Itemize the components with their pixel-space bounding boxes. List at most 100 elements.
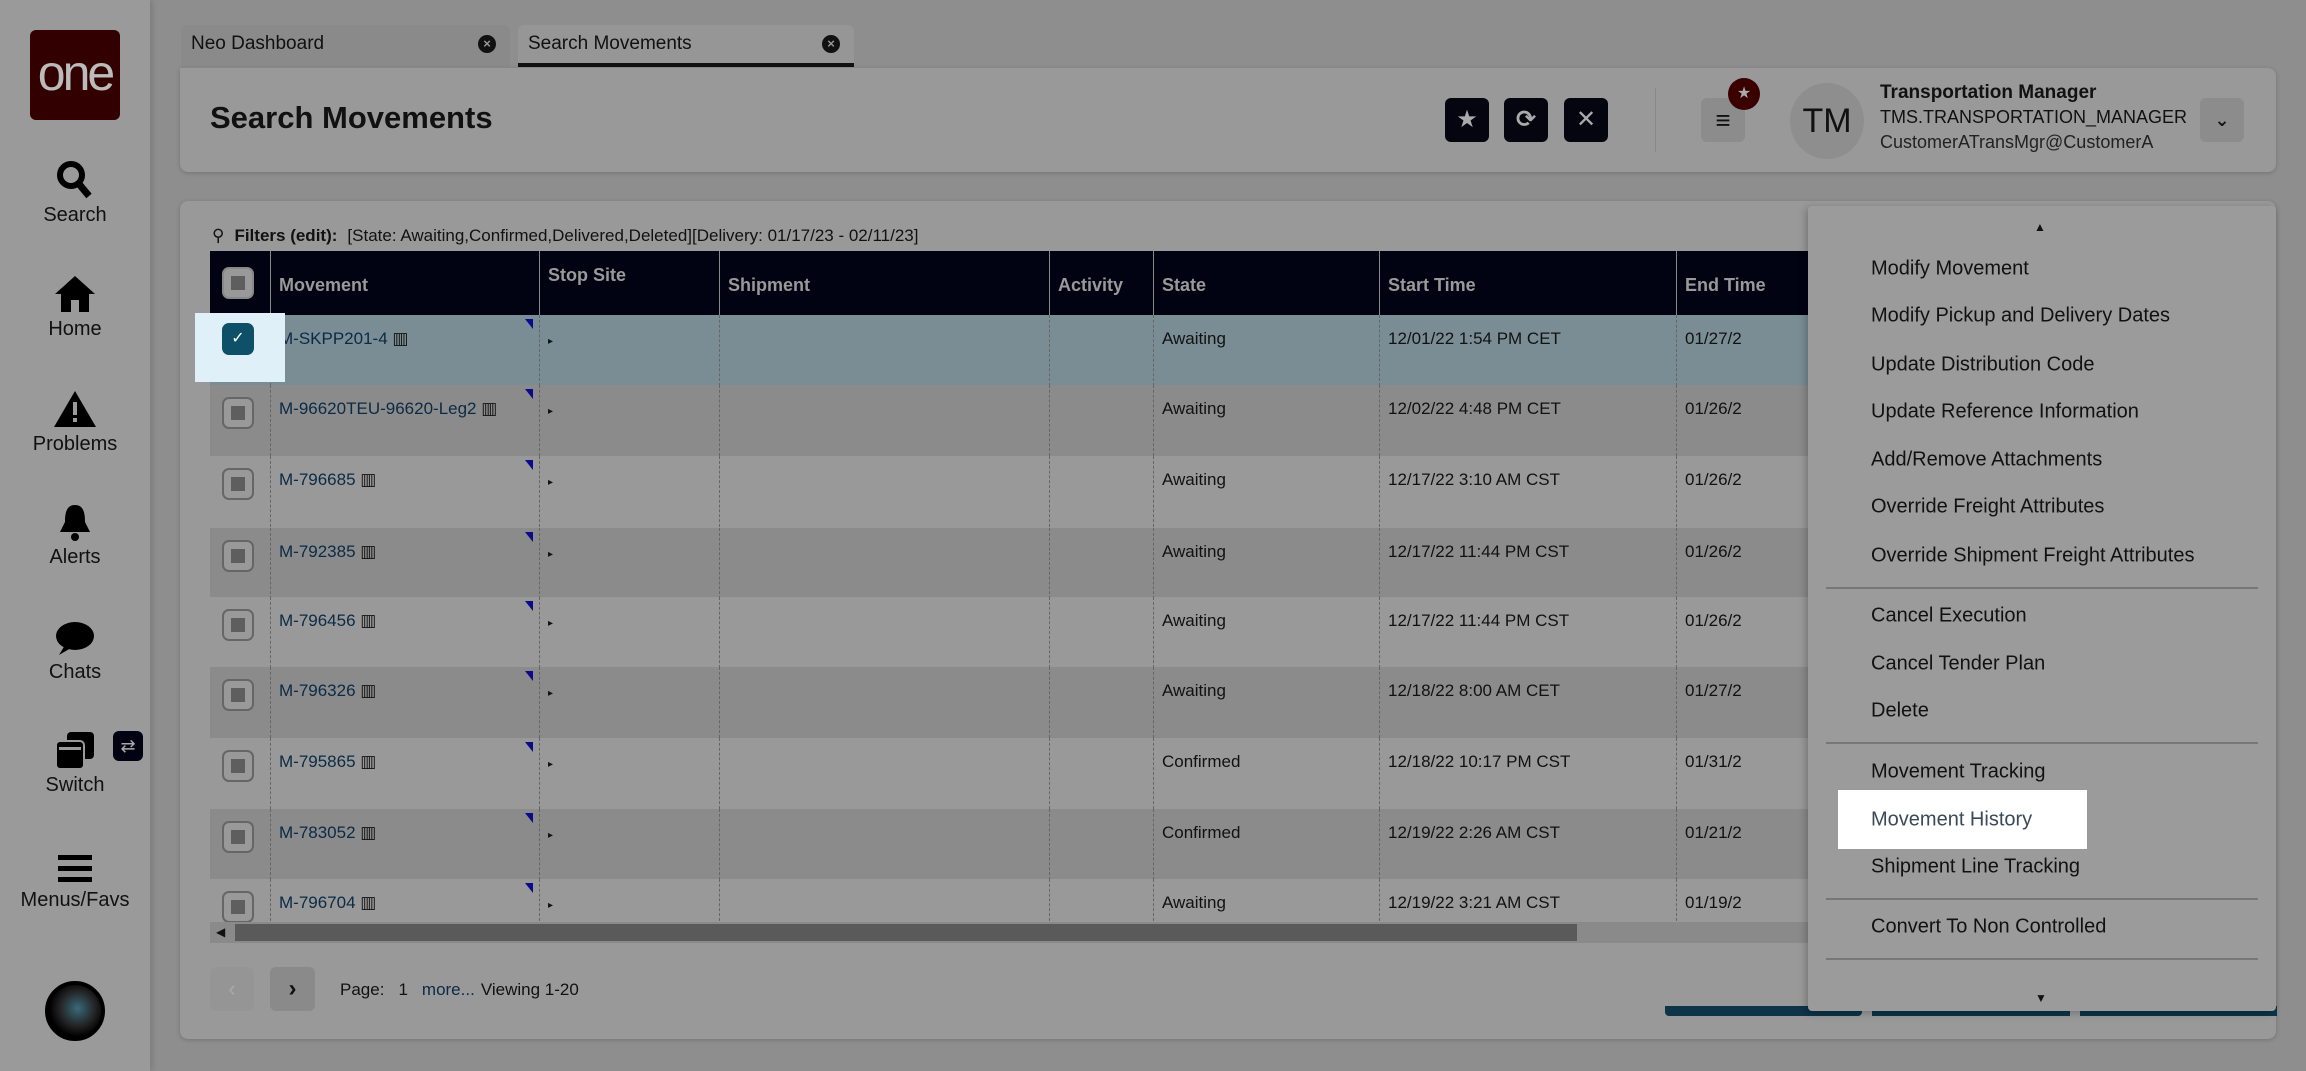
map-icon[interactable]: ▥ (360, 611, 376, 630)
close-button[interactable]: ✕ (1564, 98, 1608, 142)
user-menu-chevron-down-icon[interactable]: ⌄ (2200, 98, 2244, 142)
menu-item-override-shipment-freight-attributes[interactable]: Override Shipment Freight Attributes (1871, 545, 2194, 568)
horizontal-scrollbar[interactable]: ◀ (210, 922, 1810, 943)
row-checkbox[interactable]: ✓ (222, 323, 254, 355)
expand-arrow-icon[interactable]: ▸ (548, 830, 553, 841)
table-row[interactable]: M-796456 ▥ ▸ Awaiting 12/17/22 11:44 PM CST… (210, 597, 1810, 668)
menu-item-movement-history[interactable]: Movement History (1871, 809, 2032, 832)
map-icon[interactable]: ▥ (360, 681, 376, 700)
sidebar-item-search[interactable]: Search (0, 160, 150, 227)
sidebar-item-chats[interactable]: Chats (0, 617, 150, 684)
table-row[interactable]: M-796685 ▥ ▸ Awaiting 12/17/22 3:10 AM CST 0… (210, 456, 1810, 527)
prev-page-button[interactable]: ‹ (210, 967, 254, 1011)
logo[interactable]: one (30, 30, 120, 120)
column-header-movement[interactable]: Movement (270, 251, 539, 315)
row-checkbox[interactable] (222, 609, 254, 641)
row-checkbox[interactable] (222, 891, 254, 923)
menu-item-update-distribution-code[interactable]: Update Distribution Code (1871, 354, 2094, 377)
menu-item-movement-tracking[interactable]: Movement Tracking (1871, 761, 2046, 784)
scrollbar-thumb[interactable] (235, 924, 1577, 941)
shipment-cell (719, 456, 1049, 527)
movement-link[interactable]: M-796326 (279, 681, 356, 700)
scroll-left-icon[interactable]: ◀ (216, 925, 225, 939)
column-header-start-time[interactable]: Start Time (1379, 251, 1676, 315)
scroll-down-icon[interactable]: ▼ (2035, 991, 2047, 1005)
table-row[interactable]: M-796326 ▥ ▸ Awaiting 12/18/22 8:00 AM CET 0… (210, 667, 1810, 738)
refresh-button[interactable]: ⟳ (1504, 98, 1548, 142)
movement-link[interactable]: M-796685 (279, 470, 356, 489)
map-icon[interactable]: ▥ (481, 399, 497, 418)
select-all-checkbox[interactable] (222, 267, 254, 299)
movement-link[interactable]: M-796704 (279, 893, 356, 912)
scroll-up-icon[interactable]: ▲ (2034, 220, 2046, 234)
next-page-button[interactable]: › (270, 967, 315, 1011)
column-header-end-time[interactable]: End Time (1676, 251, 1810, 315)
table-row[interactable]: M-792385 ▥ ▸ Awaiting 12/17/22 11:44 PM CST… (210, 528, 1810, 599)
end-time-cell: 01/31/2 (1676, 738, 1810, 809)
table-row[interactable]: M-96620TEU-96620-Leg2 ▥ ▸ Awaiting 12/02/22… (210, 385, 1810, 456)
tab-neo-dashboard[interactable]: Neo Dashboard × (181, 25, 510, 67)
switch-badge-icon[interactable]: ⇄ (113, 731, 143, 761)
movement-link[interactable]: M-796456 (279, 611, 356, 630)
more-pages-link[interactable]: more... (422, 980, 475, 1000)
user-name: Transportation Manager (1880, 82, 2097, 103)
movement-link[interactable]: M-795865 (279, 752, 356, 771)
menu-item-modify-pickup-and-delivery-dates[interactable]: Modify Pickup and Delivery Dates (1871, 305, 2170, 328)
expand-arrow-icon[interactable]: ▸ (548, 759, 553, 770)
sidebar-item-menus-favs[interactable]: Menus/Favs (0, 845, 150, 912)
map-icon[interactable]: ▥ (360, 542, 376, 561)
column-header-state[interactable]: State (1153, 251, 1379, 315)
column-header-shipment[interactable]: Shipment (719, 251, 1049, 315)
map-icon[interactable]: ▥ (360, 752, 376, 771)
menu-item-update-reference-information[interactable]: Update Reference Information (1871, 401, 2139, 424)
table-row[interactable]: M-783052 ▥ ▸ Confirmed 12/19/22 2:26 AM CST… (210, 809, 1810, 880)
expand-arrow-icon[interactable]: ▸ (548, 477, 553, 488)
expand-arrow-icon[interactable]: ▸ (548, 900, 553, 911)
map-icon[interactable]: ▥ (360, 470, 376, 489)
expand-arrow-icon[interactable]: ▸ (548, 336, 553, 347)
sidebar-item-problems[interactable]: Problems (0, 389, 150, 456)
movement-link[interactable]: M-96620TEU-96620-Leg2 (279, 399, 477, 418)
row-checkbox[interactable] (222, 540, 254, 572)
filters-edit-link[interactable]: Filters (edit): (234, 226, 337, 246)
map-icon[interactable]: ▥ (360, 823, 376, 842)
search-icon (0, 160, 150, 200)
menu-item-add-remove-attachments[interactable]: Add/Remove Attachments (1871, 449, 2102, 472)
movement-link[interactable]: M-SKPP201-4 (279, 329, 388, 348)
menu-item-delete[interactable]: Delete (1871, 700, 1929, 723)
menu-item-shipment-line-tracking[interactable]: Shipment Line Tracking (1871, 856, 2080, 879)
close-tab-icon[interactable]: × (478, 35, 496, 53)
column-header-activity[interactable]: Activity (1049, 251, 1153, 315)
movement-link[interactable]: M-783052 (279, 823, 356, 842)
movement-link[interactable]: M-792385 (279, 542, 356, 561)
menu-item-cancel-execution[interactable]: Cancel Execution (1871, 605, 2027, 628)
sidebar-item-alerts[interactable]: Alerts (0, 502, 150, 569)
row-checkbox[interactable] (222, 821, 254, 853)
tab-search-movements[interactable]: Search Movements × (518, 25, 854, 67)
menu-item-modify-movement[interactable]: Modify Movement (1871, 258, 2029, 281)
row-checkbox[interactable] (222, 679, 254, 711)
expand-arrow-icon[interactable]: ▸ (548, 549, 553, 560)
menu-item-cancel-tender-plan[interactable]: Cancel Tender Plan (1871, 653, 2045, 676)
row-checkbox[interactable] (222, 397, 254, 429)
map-icon[interactable]: ▥ (392, 329, 408, 348)
column-header-stop-site[interactable]: Stop Site (539, 251, 719, 315)
table-row[interactable]: ✓ M-SKPP201-4 ▥ ▸ Awaiting 12/01/22 1:54 PM … (210, 315, 1810, 386)
menu-item-override-freight-attributes[interactable]: Override Freight Attributes (1871, 496, 2104, 519)
row-checkbox[interactable] (222, 750, 254, 782)
activity-cell (1049, 667, 1153, 738)
menu-item-convert-to-non-controlled[interactable]: Convert To Non Controlled (1871, 916, 2106, 939)
close-tab-icon[interactable]: × (822, 35, 840, 53)
favorite-button[interactable]: ★ (1445, 98, 1489, 142)
row-checkbox[interactable] (222, 468, 254, 500)
map-icon[interactable]: ▥ (360, 893, 376, 912)
table-row[interactable]: M-795865 ▥ ▸ Confirmed 12/18/22 10:17 PM CS… (210, 738, 1810, 809)
sidebar-item-home[interactable]: Home (0, 274, 150, 341)
assistant-avatar-icon[interactable] (45, 981, 105, 1041)
expand-arrow-icon[interactable]: ▸ (548, 406, 553, 417)
page-number[interactable]: 1 (398, 980, 407, 1000)
expand-arrow-icon[interactable]: ▸ (548, 688, 553, 699)
expand-arrow-icon[interactable]: ▸ (548, 618, 553, 629)
avatar[interactable]: TM (1790, 83, 1864, 159)
state-cell: Awaiting (1153, 528, 1379, 599)
